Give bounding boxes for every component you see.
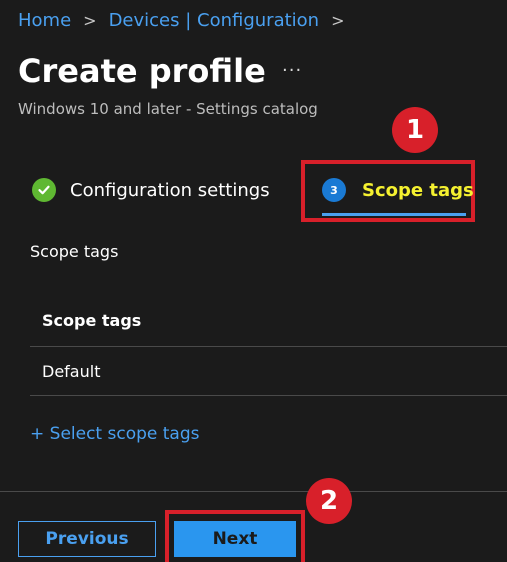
- annotation-badge-2: 2: [306, 478, 352, 524]
- chevron-right-icon: >: [331, 11, 345, 30]
- step-label: Configuration settings: [70, 179, 270, 201]
- section-heading: Scope tags: [30, 242, 119, 261]
- select-scope-tags-link[interactable]: + Select scope tags: [30, 424, 200, 444]
- breadcrumb-devices-configuration-link[interactable]: Devices | Configuration: [109, 10, 320, 31]
- annotation-badge-1: 1: [392, 107, 438, 153]
- table-column-header: Scope tags: [42, 311, 142, 330]
- step-label: Scope tags: [362, 179, 474, 201]
- previous-button[interactable]: Previous: [18, 521, 156, 557]
- breadcrumb-home-link[interactable]: Home: [18, 10, 71, 31]
- divider: [30, 346, 507, 347]
- step-configuration-settings[interactable]: Configuration settings: [32, 178, 270, 202]
- check-icon: [32, 178, 56, 202]
- page-title: Create profile: [18, 52, 266, 90]
- footer-divider: [0, 491, 507, 492]
- page-subtitle: Windows 10 and later - Settings catalog: [18, 100, 318, 118]
- active-step-indicator: [322, 213, 466, 216]
- chevron-right-icon: >: [83, 11, 97, 30]
- breadcrumb: Home > Devices | Configuration >: [18, 10, 356, 31]
- next-button[interactable]: Next: [174, 521, 296, 557]
- page: Home > Devices | Configuration > Create …: [0, 0, 507, 562]
- step-scope-tags[interactable]: 3 Scope tags: [322, 178, 474, 202]
- step-number-badge: 3: [322, 178, 346, 202]
- table-row: Default: [42, 362, 101, 381]
- divider: [30, 395, 507, 396]
- more-options-icon[interactable]: ···: [282, 60, 302, 81]
